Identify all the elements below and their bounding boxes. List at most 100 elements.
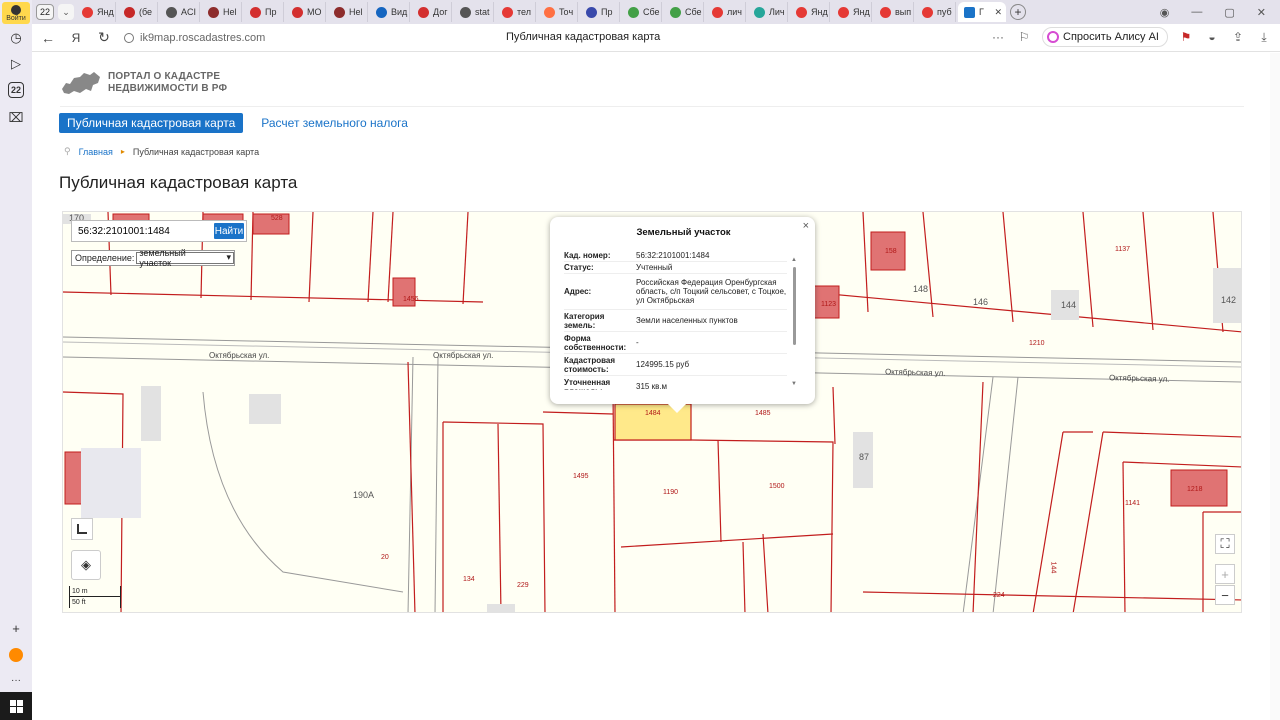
tab-favicon <box>334 6 345 18</box>
extension-icon[interactable]: ⚑ <box>1178 29 1194 45</box>
measure-button[interactable] <box>71 518 93 540</box>
widget-icon[interactable] <box>6 645 26 665</box>
tab-favicon <box>208 6 219 18</box>
nav-tab-cadastral-map[interactable]: Публичная кадастровая карта <box>59 113 244 133</box>
scale-feet: 50 ft <box>69 597 121 608</box>
minimize-icon[interactable]: — <box>1191 6 1202 19</box>
tab-label: пуб <box>937 7 952 17</box>
new-tab-button[interactable]: + <box>1010 4 1026 20</box>
pocket-icon[interactable]: ◒ <box>1204 29 1220 45</box>
lock-icon <box>124 32 134 43</box>
bookmark-icon[interactable]: ⚐ <box>1016 29 1032 45</box>
chevron-down-icon[interactable]: ⌄ <box>58 4 74 20</box>
chevron-down-icon[interactable]: ▼ <box>791 381 797 387</box>
browser-tab[interactable]: Дог <box>412 2 452 22</box>
breadcrumb-home[interactable]: Главная <box>79 147 113 157</box>
popup-scrollbar[interactable]: ▲ ▼ <box>791 257 797 387</box>
parcel-label: 1190 <box>663 489 679 496</box>
browser-tab[interactable]: пуб <box>916 2 956 22</box>
browser-tab[interactable]: Янд <box>76 2 116 22</box>
browser-tab[interactable]: Пр <box>580 2 620 22</box>
tab-counter[interactable]: 22 <box>36 4 54 20</box>
site-logo[interactable]: ПОРТАЛ О КАДАСТРЕ НЕДВИЖИМОСТИ В РФ <box>60 69 227 97</box>
browser-tab[interactable]: Янд <box>790 2 830 22</box>
breadcrumb-current: Публичная кадастровая карта <box>132 146 260 157</box>
tab-favicon <box>544 6 555 18</box>
close-icon[interactable]: ✕ <box>994 7 1002 18</box>
browser-tab[interactable]: (бе <box>118 2 158 22</box>
browser-tab[interactable]: тел <box>496 2 536 22</box>
windows-start-icon[interactable] <box>0 692 32 720</box>
url-field[interactable]: ik9map.roscadastres.com <box>124 32 265 44</box>
play-icon[interactable]: ▷ <box>6 54 26 74</box>
tab-active[interactable]: Г ✕ <box>958 2 1006 22</box>
chevron-up-icon[interactable]: ▲ <box>791 257 797 263</box>
calendar-icon[interactable]: 22 <box>8 82 24 98</box>
camera-icon[interactable]: ⌧ <box>6 108 26 128</box>
find-button[interactable]: Найти <box>214 223 244 239</box>
definition-select[interactable]: земельный участок <box>136 248 234 268</box>
ask-alice-button[interactable]: Спросить Алису AI <box>1042 27 1168 47</box>
zoom-in-button[interactable]: + <box>1215 564 1235 584</box>
download-icon[interactable]: ⤓ <box>1256 29 1272 45</box>
share-icon[interactable]: ⇪ <box>1230 29 1246 45</box>
close-icon[interactable]: × <box>803 220 809 232</box>
back-icon[interactable]: ← <box>36 26 60 50</box>
info-value: Российская Федерация Оренбургская област… <box>636 278 787 305</box>
parcel-label: 20 <box>381 554 389 561</box>
cadastral-number-input[interactable] <box>74 223 210 239</box>
zoom-out-button[interactable]: − <box>1215 585 1235 605</box>
close-window-icon[interactable]: ✕ <box>1257 6 1266 19</box>
more-icon[interactable]: ··· <box>6 670 26 690</box>
parcel-info-popup: × Земельный участок Кад. номер: 56:32:210… <box>550 217 815 413</box>
browser-tab[interactable]: лич <box>706 2 746 22</box>
browser-tab[interactable]: Янд <box>832 2 872 22</box>
maximize-icon[interactable]: ▢ <box>1224 6 1234 19</box>
browser-tab[interactable]: Hel <box>202 2 242 22</box>
tab-favicon <box>250 6 261 18</box>
browser-tab[interactable]: ACI <box>160 2 200 22</box>
alice-label: Спросить Алису AI <box>1063 31 1159 43</box>
parcel-label: 224 <box>993 592 1005 599</box>
info-row: Статус: Учтенный <box>564 262 787 274</box>
tab-label: Toч <box>559 7 574 17</box>
map-scale: 10 m 50 ft <box>69 586 121 608</box>
reload-icon[interactable]: ↻ <box>92 26 116 50</box>
parcel-label: 1141 <box>1125 500 1141 507</box>
cadastral-map[interactable]: 170 528 1456 158 1137 148 146 144 142 11… <box>62 211 1242 613</box>
parcel-label: 134 <box>463 576 475 583</box>
browser-tab[interactable]: Hel <box>328 2 368 22</box>
tab-label: вып <box>895 7 912 17</box>
page-title-center: Публичная кадастровая карта <box>506 31 661 43</box>
account-icon[interactable]: ◉ <box>1160 6 1170 19</box>
tab-label: Hel <box>223 7 237 17</box>
parcel-label: 144 <box>1061 300 1077 310</box>
browser-tab[interactable]: Лич <box>748 2 788 22</box>
scrollbar-thumb[interactable] <box>793 267 796 345</box>
page-scrollbar[interactable] <box>1270 53 1280 720</box>
tab-label: МО <box>307 7 322 17</box>
browser-tab[interactable]: МО <box>286 2 326 22</box>
browser-tab[interactable]: stat <box>454 2 494 22</box>
more-icon[interactable]: ··· <box>990 29 1006 45</box>
info-value: 56:32:2101001:1484 <box>636 251 710 260</box>
profile-button[interactable]: Войти <box>2 2 30 24</box>
fullscreen-button[interactable]: ⛶ <box>1215 534 1235 554</box>
nav-tab-land-tax[interactable]: Расчет земельного налога <box>253 113 416 133</box>
tab-favicon <box>628 6 639 18</box>
parcel-label: 229 <box>517 582 529 589</box>
street-label: Октябрьская ул. <box>209 351 270 360</box>
layers-button[interactable]: ◈ <box>71 550 101 580</box>
browser-tab[interactable]: Вид <box>370 2 410 22</box>
history-icon[interactable]: ◷ <box>6 28 26 48</box>
browser-tab[interactable]: Сбе <box>622 2 662 22</box>
browser-tab[interactable]: Пр <box>244 2 284 22</box>
add-panel-icon[interactable]: + <box>6 618 26 638</box>
parcel-label: 1484 <box>645 410 661 417</box>
parcel-label: 1210 <box>1029 340 1045 347</box>
yandex-icon[interactable]: Я <box>64 26 88 50</box>
browser-tab[interactable]: Сбе <box>664 2 704 22</box>
tab-strip: 22 ⌄ Янд (бе ACI Hel Пр МО Hel Вид Дог stat тел Toч… <box>32 0 1280 24</box>
browser-tab[interactable]: вып <box>874 2 914 22</box>
browser-tab[interactable]: Toч <box>538 2 578 22</box>
